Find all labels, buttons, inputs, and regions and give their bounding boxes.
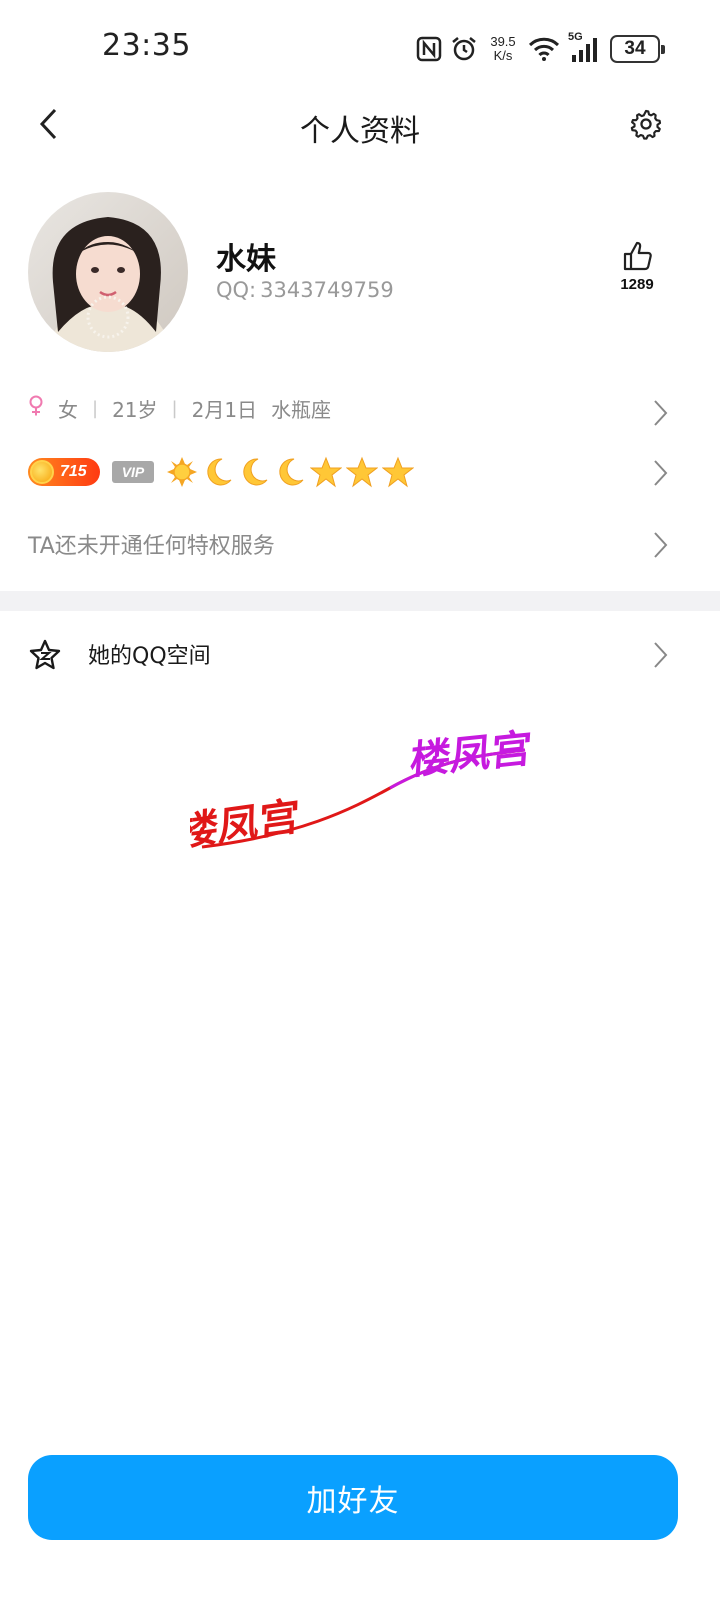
moon-icon — [279, 458, 304, 486]
zodiac: 水瓶座 — [271, 398, 332, 422]
alarm-icon — [450, 35, 478, 63]
chevron-right-icon — [654, 460, 668, 486]
status-bar: 23:35 39.5 K/s 5G 34 — [0, 0, 720, 96]
wifi-icon — [528, 36, 560, 62]
privilege-row[interactable]: TA还未开通任何特权服务 — [0, 524, 720, 568]
qzone-row[interactable]: 她的QQ空间 — [0, 632, 720, 678]
gear-icon — [630, 109, 662, 140]
status-icons: 39.5 K/s 5G 34 — [416, 31, 665, 66]
level-icons — [166, 456, 414, 488]
watermark: 楼凤宫 楼凤宫 — [190, 725, 534, 856]
nickname: 水妹 — [216, 242, 276, 277]
chevron-right-icon — [654, 642, 668, 668]
separator: | — [92, 398, 99, 419]
net-speed-unit: K/s — [493, 48, 513, 63]
birthday: 2月1日 — [191, 398, 258, 422]
badges-row[interactable]: 715 VIP — [0, 448, 720, 498]
sun-icon — [167, 457, 197, 487]
moon-icon — [243, 458, 268, 486]
star-icon — [310, 456, 342, 488]
qzone-star-icon — [28, 638, 62, 676]
avatar[interactable] — [28, 192, 188, 352]
moon-icon — [207, 458, 232, 486]
chevron-right-icon — [654, 400, 668, 426]
qq-number: 3343749759 — [260, 278, 394, 302]
add-friend-button[interactable]: 加好友 — [28, 1455, 678, 1540]
page-title: 个人资料 — [300, 114, 420, 149]
privilege-text: TA还未开通任何特权服务 — [28, 534, 275, 559]
chevron-right-icon — [654, 532, 668, 558]
watermark-text-red: 楼凤宫 — [190, 793, 300, 856]
battery-level: 34 — [624, 38, 646, 59]
signal-icon: 5G — [568, 31, 602, 63]
signal-label: 5G — [568, 31, 583, 43]
gender: 女 — [58, 398, 78, 422]
female-icon — [28, 395, 44, 422]
nfc-icon — [416, 36, 442, 62]
net-speed: 39.5 K/s — [486, 35, 520, 63]
level-badge: 715 — [28, 458, 100, 486]
separator: | — [171, 398, 178, 419]
settings-button[interactable] — [624, 102, 668, 146]
battery-icon: 34 — [610, 35, 665, 63]
coin-icon — [30, 460, 54, 484]
age: 21岁 — [112, 398, 158, 422]
nav-bar: 个人资料 — [0, 96, 720, 154]
section-divider — [0, 591, 720, 611]
watermark-text-purple: 楼凤宫 — [409, 725, 534, 784]
like-count: 1289 — [620, 276, 654, 293]
thumbs-up-icon — [623, 241, 652, 271]
basic-info-row[interactable]: 女 | 21岁 | 2月1日 水瓶座 — [0, 388, 720, 436]
star-icon — [346, 456, 378, 488]
qq-number-line: QQ: 3343749759 — [216, 278, 394, 302]
star-icon — [382, 456, 414, 488]
like-button[interactable]: 1289 — [612, 240, 662, 293]
qzone-label: 她的QQ空间 — [88, 644, 211, 669]
qq-label: QQ: — [216, 278, 257, 302]
vip-badge: VIP — [112, 461, 154, 483]
level-number: 715 — [60, 463, 87, 480]
status-time: 23:35 — [102, 28, 191, 63]
net-speed-value: 39.5 — [490, 34, 516, 49]
